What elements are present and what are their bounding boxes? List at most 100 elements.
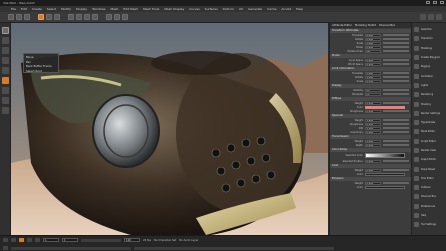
shelf-item-hypershade[interactable]: Hypershade — [412, 118, 446, 127]
attr-slider[interactable] — [383, 80, 409, 82]
snap-curve-icon[interactable] — [76, 14, 82, 20]
attr-slider[interactable] — [383, 63, 409, 65]
attr-value-field[interactable]: 0.000 — [365, 130, 381, 134]
lasso-icon[interactable] — [1, 37, 9, 44]
attr-value-field[interactable]: 1.520 — [365, 126, 381, 130]
menu-help[interactable]: Help — [296, 7, 303, 11]
attr-value-field[interactable]: 0.200 — [365, 122, 381, 126]
menu-mesh-display[interactable]: Mesh Display — [164, 7, 184, 11]
shelf-item-trax-editor[interactable]: Trax Editor — [412, 174, 446, 183]
attr-value-field[interactable]: 1.000 — [365, 71, 381, 75]
step-forward-icon[interactable] — [27, 238, 32, 242]
mel-toggle-icon[interactable] — [3, 246, 8, 250]
minimize-button[interactable] — [426, 1, 430, 4]
tab-attribute-editor[interactable]: Attribute Editor — [332, 24, 352, 27]
attr-slider[interactable] — [383, 160, 409, 162]
shelf-item-script-editor[interactable]: Script Editor — [412, 137, 446, 146]
shelf-item-rendering[interactable]: Rendering — [412, 90, 446, 99]
attr-value-field[interactable]: 0.000 — [365, 58, 381, 62]
shelf-item-preferences[interactable]: Preferences — [412, 202, 446, 211]
shelf-item-modeling[interactable]: Modeling — [412, 44, 446, 53]
attr-slider[interactable] — [383, 50, 409, 52]
attr-value-field[interactable]: 0.500 — [365, 79, 381, 83]
menu-mesh-tools[interactable]: Mesh Tools — [143, 7, 159, 11]
shelf-item-selection[interactable]: Selection — [412, 25, 446, 34]
attr-slider[interactable] — [383, 34, 409, 36]
attr-value-field[interactable]: on — [365, 88, 381, 92]
attr-slider[interactable] — [383, 93, 409, 95]
color-ramp[interactable] — [365, 153, 405, 158]
menu-create[interactable]: Create — [32, 7, 42, 11]
attr-slider[interactable] — [383, 59, 409, 61]
menu-deform[interactable]: Deform — [223, 7, 234, 11]
shelf-item-node-editor[interactable]: Node Editor — [412, 127, 446, 136]
attr-slider[interactable] — [383, 72, 409, 74]
attr-value-field[interactable]: 1.000 — [365, 118, 381, 122]
render-frame-icon[interactable] — [106, 14, 112, 20]
open-scene-icon[interactable] — [16, 14, 22, 20]
new-scene-icon[interactable] — [8, 14, 14, 20]
single-view-icon[interactable] — [1, 87, 9, 94]
attr-value-field[interactable]: 0.000 — [365, 168, 381, 172]
anim-layer-label[interactable]: No Anim Layer — [179, 239, 198, 242]
move-icon[interactable] — [1, 47, 9, 54]
menu-file[interactable]: File — [11, 7, 16, 11]
shelf-item-transform[interactable]: Transform — [412, 34, 446, 43]
last-tool-icon[interactable] — [1, 77, 9, 84]
shelf-item-tool-settings[interactable]: Tool Settings — [412, 220, 446, 229]
shelf-item-channel-box[interactable]: Channel Box — [412, 192, 446, 201]
attr-value-field[interactable]: 0.000 — [365, 37, 381, 41]
snap-point-icon[interactable] — [84, 14, 90, 20]
attr-slider[interactable] — [383, 89, 409, 91]
outliner-item[interactable]: Select Root — [26, 69, 56, 74]
attr-value-field[interactable]: 0.000 — [365, 45, 381, 49]
attr-slider[interactable] — [383, 182, 409, 184]
shelf-item-shading[interactable]: Shading — [412, 99, 446, 108]
render-settings-icon[interactable] — [122, 14, 128, 20]
toggle-attribute-editor-icon[interactable] — [428, 14, 434, 20]
shelf-item-render-view[interactable]: Render View — [412, 146, 446, 155]
attr-slider[interactable] — [383, 119, 409, 121]
step-back-icon[interactable] — [11, 238, 16, 242]
menu-select[interactable]: Select — [47, 7, 56, 11]
menu-edit-mesh[interactable]: Edit Mesh — [123, 7, 138, 11]
paint-select-icon[interactable] — [54, 14, 60, 20]
toggle-channel-box-icon[interactable] — [436, 14, 442, 20]
character-set-label[interactable]: No Character Set — [154, 239, 176, 242]
menu-arnold[interactable]: Arnold — [281, 7, 291, 11]
rotate-icon[interactable] — [1, 57, 9, 64]
select-icon[interactable] — [1, 27, 9, 34]
attr-value-field[interactable]: 0.000 — [365, 109, 381, 113]
attr-slider[interactable] — [383, 127, 409, 129]
save-scene-icon[interactable] — [24, 14, 30, 20]
attr-slider[interactable] — [383, 131, 409, 133]
shelf-item-outliner[interactable]: Outliner — [412, 183, 446, 192]
shelf-item-lights[interactable]: Lights — [412, 81, 446, 90]
attr-slider[interactable] — [383, 140, 409, 142]
color-swatch[interactable] — [365, 185, 405, 189]
attr-slider[interactable] — [383, 42, 409, 44]
attr-slider[interactable] — [383, 144, 409, 146]
menu-modify[interactable]: Modify — [61, 7, 71, 11]
menu-generate[interactable]: Generate — [248, 7, 262, 11]
shelf-item-dope-sheet[interactable]: Dope Sheet — [412, 164, 446, 173]
attr-slider[interactable] — [383, 76, 409, 78]
attr-slider[interactable] — [383, 169, 409, 171]
attr-value-field[interactable]: 0.000 — [365, 62, 381, 66]
go-to-start-icon[interactable] — [3, 238, 8, 242]
render-viewport[interactable]: Move Pan Back Buffer Frame Select Root — [11, 23, 328, 235]
tab-channel-box[interactable]: Channel Box — [379, 24, 395, 27]
range-slider[interactable] — [81, 238, 121, 242]
shelf-item-create-polygons[interactable]: Create Polygons — [412, 53, 446, 62]
shelf-item-help[interactable]: Help — [412, 211, 446, 220]
attr-value-field[interactable]: 0.000 — [365, 143, 381, 147]
play-icon[interactable] — [19, 238, 24, 242]
menu-edit[interactable]: Edit — [21, 7, 27, 11]
four-view-icon[interactable] — [1, 97, 9, 104]
start-frame-field[interactable]: 1 — [62, 238, 78, 242]
shelf-item-render-settings[interactable]: Render Settings — [412, 109, 446, 118]
menu-cache[interactable]: Cache — [267, 7, 276, 11]
current-frame-field[interactable]: 1 — [43, 238, 59, 242]
tab-modeling-toolkit[interactable]: Modeling Toolkit — [355, 24, 376, 27]
toggle-modeling-toolkit-icon[interactable] — [420, 14, 426, 20]
